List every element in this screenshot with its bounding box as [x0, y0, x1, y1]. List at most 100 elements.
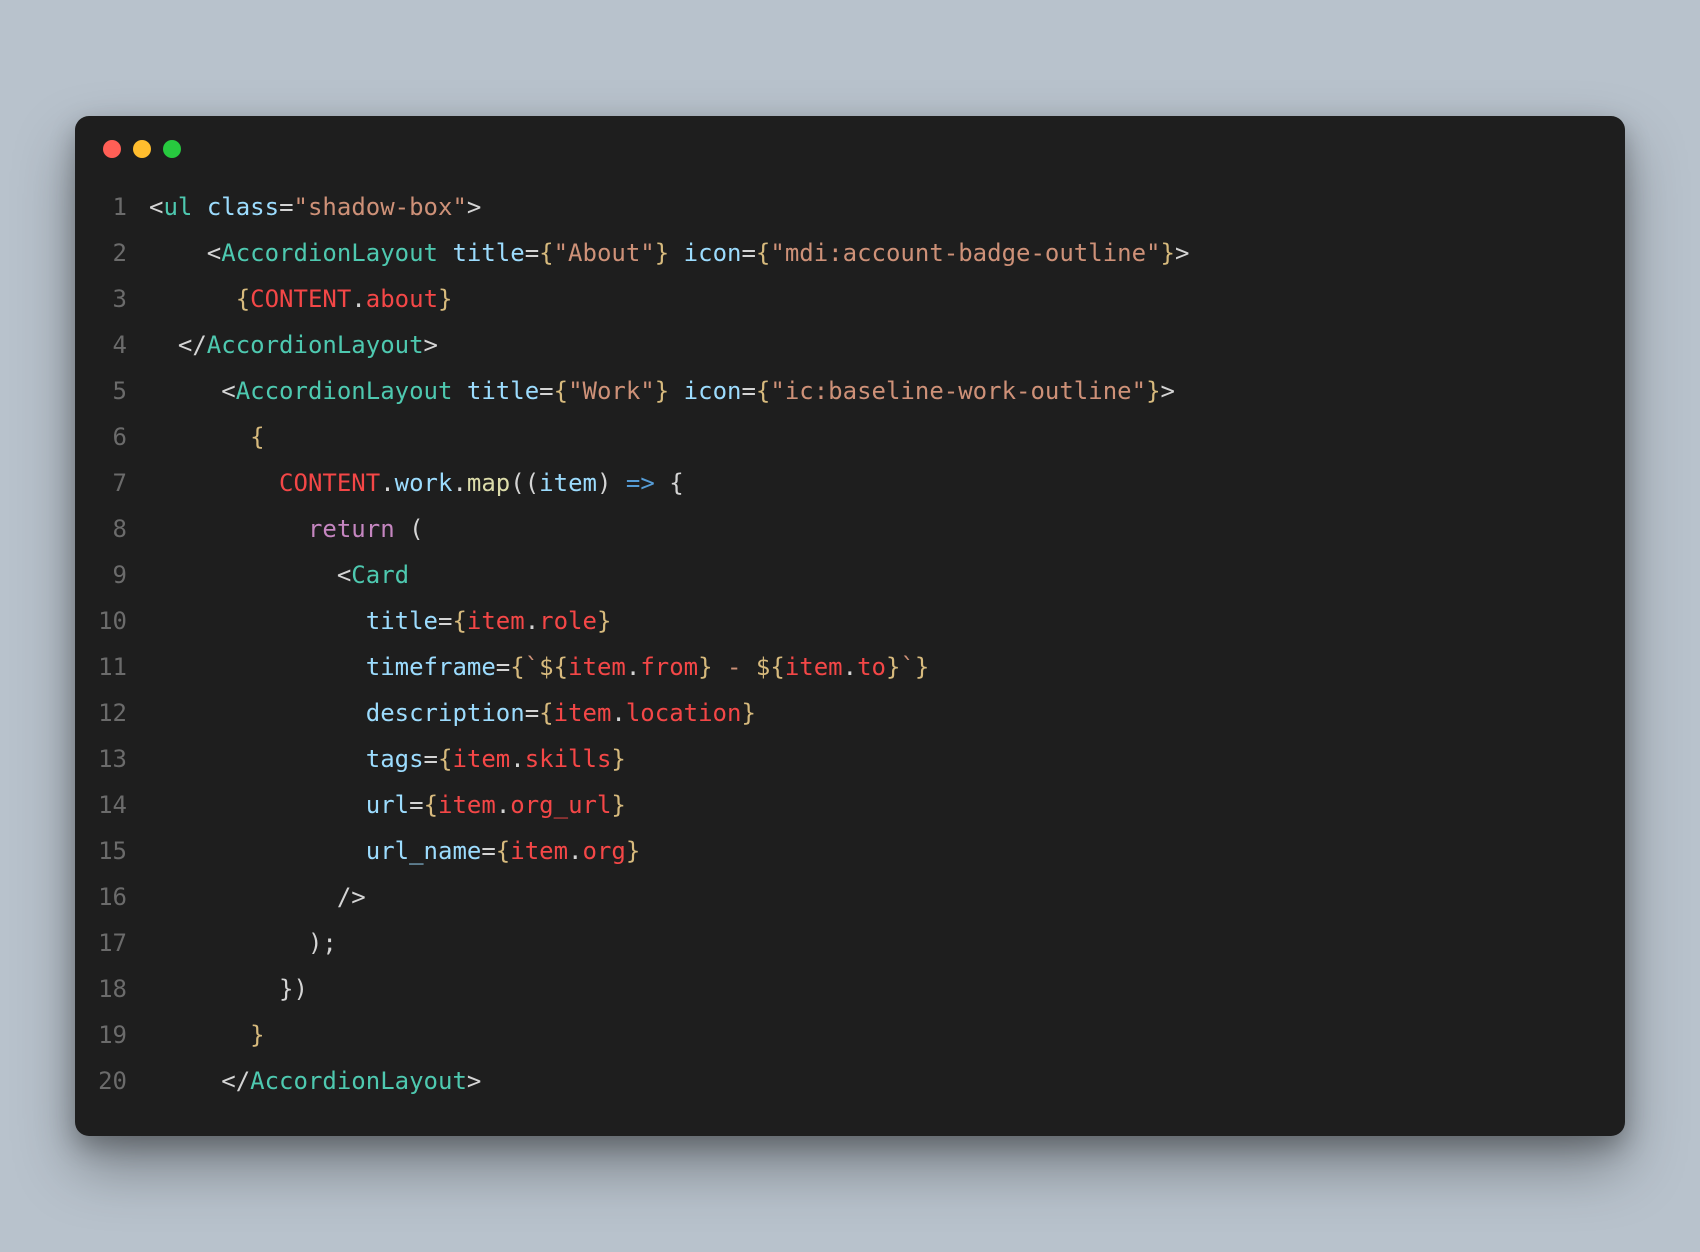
code-token: }: [698, 653, 712, 681]
code-line[interactable]: {: [149, 414, 1189, 460]
code-token: }): [149, 975, 308, 1003]
code-token: <: [149, 239, 221, 267]
code-token: <: [149, 561, 351, 589]
code-token: {: [250, 423, 264, 451]
line-number: 6: [93, 414, 127, 460]
code-token: `: [525, 653, 539, 681]
line-number: 4: [93, 322, 127, 368]
code-token: "ic:baseline-work-outline": [770, 377, 1146, 405]
code-token: [149, 469, 279, 497]
code-token: description: [366, 699, 525, 727]
code-token: }: [250, 1021, 264, 1049]
code-token: [149, 515, 308, 543]
code-token: [149, 699, 366, 727]
line-number: 17: [93, 920, 127, 966]
code-token: ${: [756, 653, 785, 681]
code-token: [149, 653, 366, 681]
code-token: =: [525, 239, 539, 267]
code-line[interactable]: title={item.role}: [149, 598, 1189, 644]
code-content[interactable]: <ul class="shadow-box"> <AccordionLayout…: [149, 184, 1189, 1104]
line-number: 10: [93, 598, 127, 644]
code-token: [149, 285, 236, 313]
code-editor[interactable]: 1234567891011121314151617181920 <ul clas…: [75, 168, 1625, 1136]
code-token: </: [149, 331, 207, 359]
code-token: title: [366, 607, 438, 635]
code-token: CONTENT: [250, 285, 351, 313]
code-token: {: [236, 285, 250, 313]
code-line[interactable]: <AccordionLayout title={"About"} icon={"…: [149, 230, 1189, 276]
code-token: Card: [351, 561, 409, 589]
code-token: {: [539, 699, 553, 727]
code-line[interactable]: <Card: [149, 552, 1189, 598]
code-token: ): [597, 469, 626, 497]
code-token: tags: [366, 745, 424, 773]
code-token: {: [655, 469, 684, 497]
code-token: (: [395, 515, 424, 543]
line-number: 16: [93, 874, 127, 920]
code-line[interactable]: );: [149, 920, 1189, 966]
code-token: >: [1161, 377, 1175, 405]
code-token: }: [741, 699, 755, 727]
code-token: .: [496, 791, 510, 819]
close-icon[interactable]: [103, 140, 121, 158]
code-token: item: [554, 699, 612, 727]
code-token: .: [611, 699, 625, 727]
code-line[interactable]: return (: [149, 506, 1189, 552]
code-line[interactable]: url_name={item.org}: [149, 828, 1189, 874]
code-token: [669, 239, 683, 267]
code-line[interactable]: }): [149, 966, 1189, 1012]
line-number: 7: [93, 460, 127, 506]
code-token: =>: [626, 469, 655, 497]
code-line[interactable]: url={item.org_url}: [149, 782, 1189, 828]
code-token: {: [554, 377, 568, 405]
code-token: AccordionLayout: [250, 1067, 467, 1095]
code-token: title: [452, 239, 524, 267]
code-token: [149, 745, 366, 773]
code-token: );: [149, 929, 337, 957]
code-token: AccordionLayout: [236, 377, 453, 405]
code-token: .: [843, 653, 857, 681]
code-token: about: [366, 285, 438, 313]
line-number: 3: [93, 276, 127, 322]
line-number: 11: [93, 644, 127, 690]
code-token: }: [611, 745, 625, 773]
code-token: org: [583, 837, 626, 865]
code-token: item: [568, 653, 626, 681]
code-line[interactable]: <AccordionLayout title={"Work"} icon={"i…: [149, 368, 1189, 414]
code-line[interactable]: <ul class="shadow-box">: [149, 184, 1189, 230]
line-number: 5: [93, 368, 127, 414]
code-token: >: [1175, 239, 1189, 267]
code-token: "Work": [568, 377, 655, 405]
code-token: [438, 239, 452, 267]
code-token: AccordionLayout: [207, 331, 424, 359]
code-token: =: [438, 607, 452, 635]
code-token: }: [655, 377, 669, 405]
code-line[interactable]: }: [149, 1012, 1189, 1058]
code-token: {: [510, 653, 524, 681]
code-line[interactable]: tags={item.skills}: [149, 736, 1189, 782]
line-number: 20: [93, 1058, 127, 1104]
code-token: =: [741, 239, 755, 267]
code-token: >: [467, 1067, 481, 1095]
code-token: =: [539, 377, 553, 405]
code-token: return: [308, 515, 395, 543]
zoom-icon[interactable]: [163, 140, 181, 158]
code-token: title: [467, 377, 539, 405]
code-token: .: [510, 745, 524, 773]
code-line[interactable]: </AccordionLayout>: [149, 322, 1189, 368]
minimize-icon[interactable]: [133, 140, 151, 158]
code-window: 1234567891011121314151617181920 <ul clas…: [75, 116, 1625, 1136]
code-line[interactable]: timeframe={`${item.from} - ${item.to}`}: [149, 644, 1189, 690]
code-line[interactable]: CONTENT.work.map((item) => {: [149, 460, 1189, 506]
code-line[interactable]: />: [149, 874, 1189, 920]
code-token: `: [900, 653, 914, 681]
code-token: =: [279, 193, 293, 221]
code-line[interactable]: description={item.location}: [149, 690, 1189, 736]
line-number-gutter: 1234567891011121314151617181920: [93, 184, 149, 1104]
code-line[interactable]: </AccordionLayout>: [149, 1058, 1189, 1104]
code-token: {: [756, 239, 770, 267]
code-token: [149, 837, 366, 865]
code-line[interactable]: {CONTENT.about}: [149, 276, 1189, 322]
code-token: }: [626, 837, 640, 865]
code-token: AccordionLayout: [221, 239, 438, 267]
